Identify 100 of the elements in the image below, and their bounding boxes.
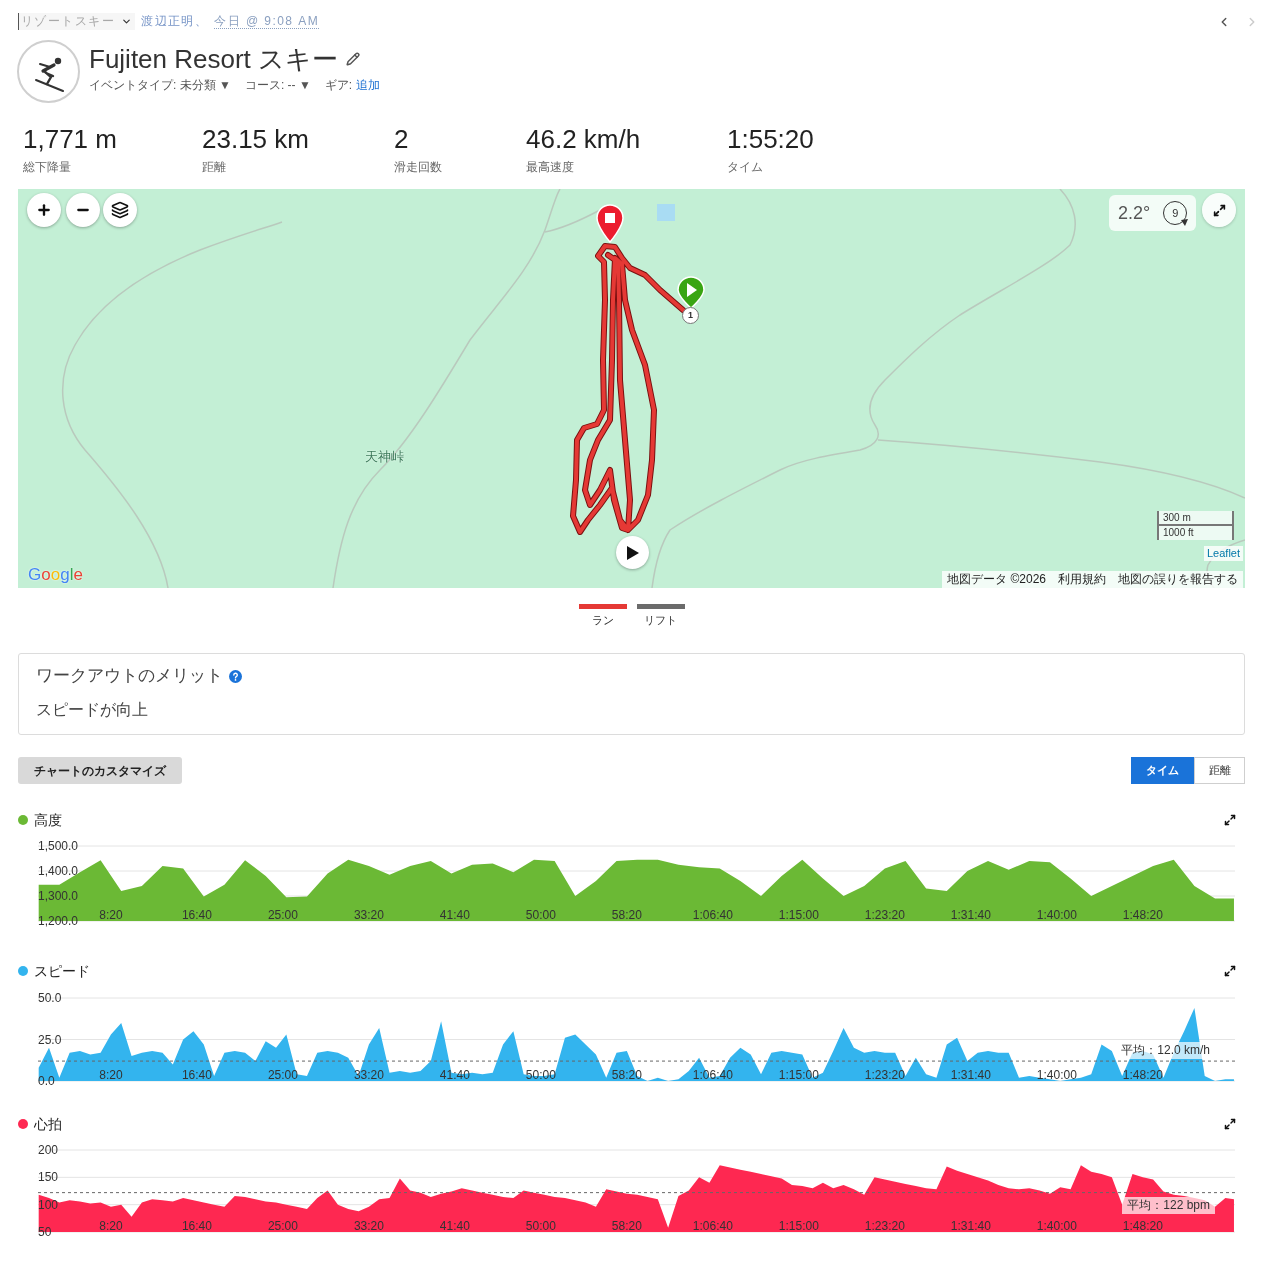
stat-value: 23.15 km: [202, 123, 310, 155]
x-axis-label: 16:40: [181, 1219, 212, 1233]
x-axis-label: 58:20: [611, 908, 642, 922]
stat-label: タイム: [727, 159, 764, 175]
zoom-out-button[interactable]: [66, 193, 100, 227]
stat-value: 46.2 km/h: [526, 123, 642, 155]
x-axis-label: 58:20: [611, 1219, 642, 1233]
x-axis-label: 58:20: [611, 1068, 642, 1082]
benefits-text: スピードが向上: [36, 700, 149, 720]
zoom-in-button[interactable]: [27, 193, 61, 227]
place-label: 天神峠: [365, 449, 404, 465]
pencil-icon[interactable]: [346, 52, 361, 66]
stat-label: 滑走回数: [394, 159, 443, 175]
x-axis-label: 25:00: [267, 1068, 298, 1082]
axis-tab[interactable]: タイム: [1131, 757, 1194, 784]
chevron-down-icon: [121, 16, 133, 27]
y-axis-label: 1,400.0: [38, 864, 79, 878]
help-icon[interactable]: [229, 669, 242, 683]
stat-label: 総下降量: [23, 159, 72, 175]
y-axis-label: 200: [38, 1143, 59, 1157]
expand-icon[interactable]: [1224, 814, 1236, 826]
x-axis-label: 50:00: [525, 908, 556, 922]
x-axis-label: 1:23:20: [864, 908, 905, 922]
y-axis-label: 50.0: [38, 991, 62, 1005]
chart-title: 心拍: [34, 1116, 62, 1132]
attribution-link[interactable]: 地図の誤りを報告する: [1118, 571, 1238, 588]
x-axis-label: 1:23:20: [864, 1068, 905, 1082]
x-axis-label: 33:20: [353, 1068, 384, 1082]
expand-icon[interactable]: [1224, 1118, 1236, 1130]
meta-dropdown[interactable]: コース: -- ▼: [244, 77, 311, 93]
x-axis-label: 25:00: [267, 908, 298, 922]
stat-value: 1:55:20: [727, 123, 815, 155]
customize-charts-button[interactable]: チャートのカスタマイズ: [18, 757, 182, 784]
x-axis-label: 1:48:20: [1122, 908, 1163, 922]
legend-label: ラン: [591, 613, 614, 627]
x-axis-label: 33:20: [353, 1219, 384, 1233]
y-axis-label: 100: [38, 1197, 59, 1212]
add-gear-link[interactable]: 追加: [356, 77, 381, 93]
stat-value: 1,771 m: [23, 123, 118, 155]
expand-icon[interactable]: [1224, 965, 1236, 977]
layers-button[interactable]: [103, 193, 137, 227]
map-provider-logo: Google: [28, 565, 83, 585]
x-axis-label: 1:31:40: [950, 908, 991, 922]
x-axis-label: 1:15:00: [778, 1068, 819, 1082]
x-axis-label: 16:40: [181, 1068, 212, 1082]
temperature-reading: 2.2°: [1118, 203, 1151, 223]
x-axis-label: 1:40:00: [1036, 908, 1077, 922]
stat-label: 最高速度: [526, 159, 575, 175]
scale-bar: 300 m: [1157, 511, 1234, 526]
pond-shape: [657, 204, 675, 221]
x-axis-label: 33:20: [353, 908, 384, 922]
stat-label: 距離: [202, 159, 227, 175]
legend-label: リフト: [644, 613, 677, 627]
play-button[interactable]: [616, 536, 649, 569]
wind-direction-icon: [1181, 219, 1189, 226]
skier-icon: [17, 40, 80, 103]
x-axis-label: 1:40:00: [1036, 1068, 1077, 1082]
finish-marker-icon[interactable]: [595, 203, 625, 243]
y-axis-label: 150: [38, 1170, 59, 1185]
x-axis-label: 1:40:00: [1036, 1219, 1077, 1233]
play-icon: [626, 545, 639, 560]
y-axis-label: 25.0: [38, 1032, 62, 1047]
x-axis-label: 16:40: [181, 908, 212, 922]
scale-bar: 1000 ft: [1157, 526, 1234, 540]
activity-date: 今日 @ 9:08 AM: [214, 14, 320, 29]
map-data-credit: 地図データ ©2026: [947, 571, 1046, 588]
x-axis-label: 1:48:20: [1122, 1068, 1163, 1082]
x-axis-label: 8:20: [99, 1068, 123, 1082]
chart-title: 高度: [34, 812, 62, 828]
x-axis-label: 1:06:40: [692, 1219, 733, 1233]
y-axis-label: 1,300.0: [38, 889, 79, 903]
y-axis-label: 1,500.0: [38, 839, 79, 853]
x-axis-label: 41:40: [439, 1219, 470, 1233]
stat-value: 2: [394, 123, 410, 155]
meta-dropdown[interactable]: イベントタイプ: 未分類 ▼: [89, 77, 231, 93]
average-label: 平均：122 bpm: [1122, 1196, 1215, 1214]
layers-icon: [111, 201, 129, 219]
x-axis-label: 8:20: [99, 908, 123, 922]
benefits-title: ワークアウトのメリット: [36, 665, 223, 687]
x-axis-label: 1:31:40: [950, 1068, 991, 1082]
axis-tab[interactable]: 距離: [1194, 757, 1245, 784]
x-axis-label: 1:06:40: [692, 1068, 733, 1082]
expand-icon: [1212, 203, 1226, 217]
x-axis-label: 8:20: [99, 1219, 123, 1233]
x-axis-label: 1:15:00: [778, 1219, 819, 1233]
fullscreen-button[interactable]: [1202, 193, 1236, 227]
x-axis-label: 1:31:40: [950, 1219, 991, 1233]
plus-icon: [36, 202, 52, 218]
start-marker-icon[interactable]: [676, 275, 706, 309]
x-axis-label: 50:00: [525, 1219, 556, 1233]
x-axis-label: 1:06:40: [692, 908, 733, 922]
lap-marker[interactable]: 1: [682, 307, 699, 324]
x-axis-label: 1:15:00: [778, 908, 819, 922]
activity-title: Fujiten Resort スキー: [89, 43, 339, 75]
map-panel[interactable]: 2.2° 9 1 天神峠 Google 300 m 1000 ft Leaflet 地図データ ©2026 利用規約 地図の誤りを報告する: [18, 189, 1245, 588]
x-axis-label: 1:48:20: [1122, 1219, 1163, 1233]
chart-title: スピード: [34, 963, 90, 979]
attribution-link[interactable]: 利用規約: [1058, 571, 1106, 588]
x-axis-label: 1:23:20: [864, 1219, 905, 1233]
leaflet-link[interactable]: Leaflet: [1203, 546, 1243, 561]
